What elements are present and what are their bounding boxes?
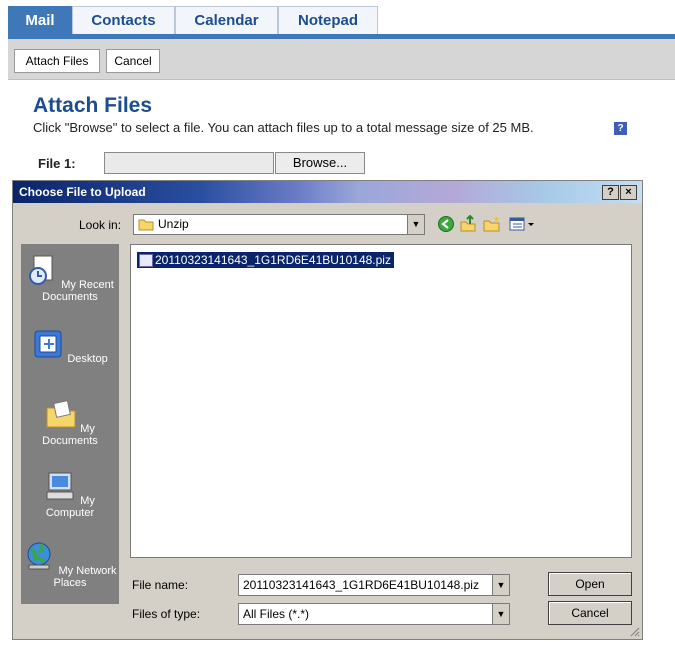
back-icon[interactable] [437, 215, 455, 233]
new-folder-icon[interactable] [483, 215, 501, 233]
attach-files-button[interactable]: Attach Files [14, 49, 100, 73]
folder-icon [138, 219, 154, 231]
open-button[interactable]: Open [548, 572, 632, 596]
place-desktop[interactable]: Desktop [21, 328, 119, 365]
file-name-value: 20110323141643_1G1RD6E41BU10148.piz [243, 578, 479, 592]
browse-button[interactable]: Browse... [275, 152, 365, 174]
my-computer-icon [46, 472, 74, 500]
chevron-down-icon[interactable]: ▼ [492, 575, 509, 595]
dialog-titlebar[interactable]: Choose File to Upload ? × [13, 181, 642, 203]
recent-documents-icon [29, 255, 53, 285]
tab-contacts[interactable]: Contacts [72, 6, 175, 35]
toolbar: Attach Files Cancel [8, 39, 675, 80]
desktop-icon [34, 330, 62, 358]
dialog-help-button[interactable]: ? [602, 185, 619, 200]
file-name-field[interactable]: 20110323141643_1G1RD6E41BU10148.piz ▼ [238, 574, 510, 596]
file-name-label: File name: [132, 578, 189, 592]
place-network-places[interactable]: My Network Places [21, 540, 119, 589]
tab-calendar[interactable]: Calendar [175, 6, 278, 35]
tab-mail[interactable]: Mail [8, 6, 72, 35]
places-bar: My Recent Documents Desktop My Documents [21, 244, 119, 604]
up-folder-icon[interactable] [459, 215, 477, 233]
views-menu-icon[interactable] [509, 215, 537, 233]
look-in-select[interactable]: Unzip ▼ [133, 214, 425, 235]
cancel-button[interactable]: Cancel [106, 49, 160, 73]
resize-grip-icon[interactable] [628, 625, 640, 637]
tab-notepad[interactable]: Notepad [278, 6, 378, 35]
place-label: My Network Places [53, 565, 117, 589]
page-title: Attach Files [33, 94, 153, 117]
page-description: Click "Browse" to select a file. You can… [33, 120, 534, 135]
file-type-select[interactable]: All Files (*.*) ▼ [238, 603, 510, 625]
file-upload-dialog: Choose File to Upload ? × Look in: Unzip… [12, 180, 643, 640]
look-in-value: Unzip [158, 217, 189, 231]
file-list[interactable]: 20110323141643_1G1RD6E41BU10148.piz [130, 244, 632, 558]
chevron-down-icon[interactable]: ▼ [492, 604, 509, 624]
dialog-close-button[interactable]: × [620, 185, 637, 200]
file-type-label: Files of type: [132, 607, 201, 621]
chevron-down-icon[interactable]: ▼ [407, 215, 424, 234]
file-type-value: All Files (*.*) [243, 607, 310, 621]
dialog-title: Choose File to Upload [19, 185, 146, 199]
network-places-icon [27, 542, 51, 570]
file-item[interactable]: 20110323141643_1G1RD6E41BU10148.piz [137, 252, 394, 268]
dialog-cancel-button[interactable]: Cancel [548, 601, 632, 625]
look-in-label: Look in: [79, 218, 122, 232]
place-my-computer[interactable]: My Computer [21, 470, 119, 519]
my-documents-icon [46, 400, 76, 428]
file-item-name: 20110323141643_1G1RD6E41BU10148.piz [155, 253, 391, 267]
place-my-documents[interactable]: My Documents [21, 398, 119, 447]
place-recent-documents[interactable]: My Recent Documents [21, 254, 119, 303]
file1-label: File 1: [38, 156, 76, 171]
file1-input[interactable] [104, 152, 274, 174]
place-label: Desktop [67, 353, 108, 365]
help-icon[interactable]: ? [614, 122, 627, 135]
file-icon [139, 254, 153, 267]
